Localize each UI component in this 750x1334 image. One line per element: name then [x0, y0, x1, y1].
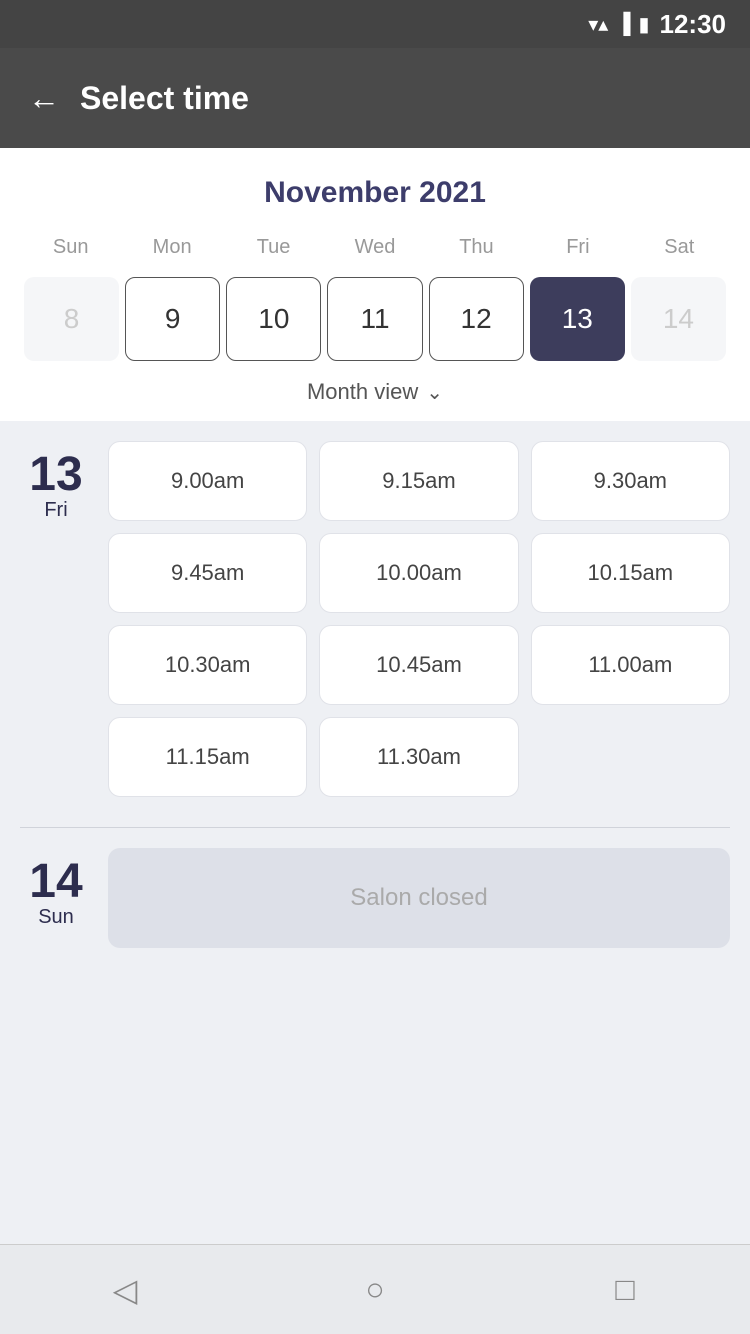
- day-cell-14: 14: [631, 277, 726, 361]
- day-number-13: 13: [29, 451, 82, 499]
- home-nav-button[interactable]: ○: [345, 1260, 405, 1320]
- time-section: 13Fri9.00am9.15am9.30am9.45am10.00am10.1…: [0, 421, 750, 1244]
- battery-icon: ▮: [638, 12, 649, 37]
- back-nav-button[interactable]: ◁: [95, 1260, 155, 1320]
- day-block-14: 14SunSalon closed: [20, 848, 730, 948]
- time-slot-1015am[interactable]: 10.15am: [531, 533, 730, 613]
- day-cell-12[interactable]: 12: [429, 277, 524, 361]
- page-title: Select time: [80, 80, 249, 117]
- day-name-14: Sun: [38, 906, 74, 929]
- month-title: November 2021: [20, 176, 730, 210]
- weekday-fri: Fri: [527, 230, 628, 265]
- day-label-14: 14Sun: [20, 848, 92, 948]
- day-cell-11[interactable]: 11: [327, 277, 422, 361]
- day-cell-10[interactable]: 10: [226, 277, 321, 361]
- chevron-down-icon: ⌄: [426, 380, 443, 405]
- time-slot-930am[interactable]: 9.30am: [531, 441, 730, 521]
- signal-icon: ▐: [616, 13, 630, 36]
- weekday-tue: Tue: [223, 230, 324, 265]
- day-block-13: 13Fri9.00am9.15am9.30am9.45am10.00am10.1…: [20, 441, 730, 797]
- salon-closed-label: Salon closed: [108, 848, 730, 948]
- day-name-13: Fri: [44, 499, 67, 522]
- status-time: 12:30: [660, 9, 727, 40]
- time-slot-1045am[interactable]: 10.45am: [319, 625, 518, 705]
- month-view-label: Month view: [307, 379, 418, 405]
- back-button[interactable]: ←: [28, 80, 60, 117]
- week-days-row: 891011121314: [20, 277, 730, 361]
- time-slot-900am[interactable]: 9.00am: [108, 441, 307, 521]
- bottom-nav: ◁ ○ □: [0, 1244, 750, 1334]
- recent-nav-button[interactable]: □: [595, 1260, 655, 1320]
- weekdays-row: Sun Mon Tue Wed Thu Fri Sat: [20, 230, 730, 265]
- month-view-toggle[interactable]: Month view ⌄: [20, 361, 730, 421]
- weekday-sun: Sun: [20, 230, 121, 265]
- weekday-wed: Wed: [324, 230, 425, 265]
- day-cell-9[interactable]: 9: [125, 277, 220, 361]
- app-header: ← Select time: [0, 48, 750, 148]
- time-slot-1130am[interactable]: 11.30am: [319, 717, 518, 797]
- day-cell-8: 8: [24, 277, 119, 361]
- time-slot-915am[interactable]: 9.15am: [319, 441, 518, 521]
- time-slot-1100am[interactable]: 11.00am: [531, 625, 730, 705]
- wifi-icon: ▾▴: [588, 12, 608, 37]
- weekday-thu: Thu: [426, 230, 527, 265]
- section-divider: [20, 827, 730, 828]
- weekday-mon: Mon: [121, 230, 222, 265]
- weekday-sat: Sat: [629, 230, 730, 265]
- status-bar: ▾▴ ▐ ▮ 12:30: [0, 0, 750, 48]
- time-slot-1000am[interactable]: 10.00am: [319, 533, 518, 613]
- time-slots-grid-13: 9.00am9.15am9.30am9.45am10.00am10.15am10…: [108, 441, 730, 797]
- calendar-section: November 2021 Sun Mon Tue Wed Thu Fri Sa…: [0, 148, 750, 421]
- day-label-13: 13Fri: [20, 441, 92, 797]
- status-icons: ▾▴ ▐ ▮: [588, 12, 649, 37]
- day-cell-13[interactable]: 13: [530, 277, 625, 361]
- time-slot-1030am[interactable]: 10.30am: [108, 625, 307, 705]
- day-number-14: 14: [29, 858, 82, 906]
- time-slot-1115am[interactable]: 11.15am: [108, 717, 307, 797]
- time-slot-945am[interactable]: 9.45am: [108, 533, 307, 613]
